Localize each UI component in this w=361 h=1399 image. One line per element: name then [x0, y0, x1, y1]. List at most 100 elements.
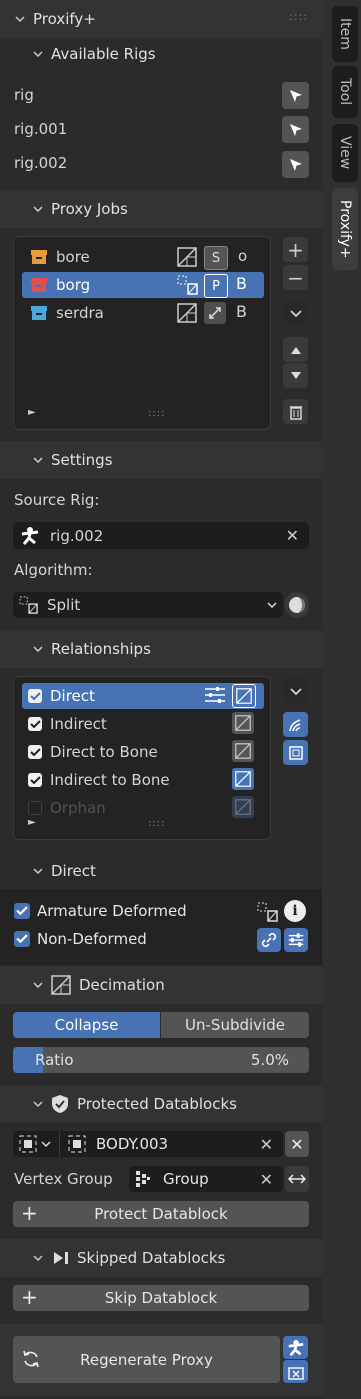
grip-icon[interactable]: :::: — [289, 10, 308, 23]
add-job-button[interactable]: + — [283, 237, 308, 262]
checkbox[interactable] — [28, 689, 42, 703]
skip-datablock-button[interactable]: + Skip Datablock — [13, 1285, 309, 1311]
select-rig-button[interactable] — [282, 82, 309, 109]
expand-icon[interactable]: ► — [28, 817, 36, 828]
delete-job-button[interactable] — [283, 399, 308, 424]
protected-header[interactable]: Protected Datablocks — [0, 1085, 322, 1123]
vertex-group-label: Vertex Group — [14, 1170, 113, 1188]
checkbox[interactable] — [14, 903, 30, 919]
settings-header[interactable]: Settings — [0, 441, 322, 479]
select-rig-button[interactable] — [282, 151, 309, 178]
remove-datablock-button[interactable]: ✕ — [285, 1131, 309, 1157]
clear-icon[interactable]: ✕ — [286, 526, 299, 545]
object-icon — [19, 1135, 37, 1153]
decimation-header[interactable]: Decimation — [0, 966, 322, 1004]
armature-deformed-checkbox[interactable]: Armature Deformed — [14, 902, 187, 920]
box-icon — [31, 278, 47, 292]
skipped-header[interactable]: Skipped Datablocks — [0, 1239, 322, 1277]
non-deformed-checkbox[interactable]: Non-Deformed — [14, 930, 147, 948]
list-item[interactable]: Indirect — [22, 711, 264, 737]
job-flag[interactable]: B — [236, 302, 247, 321]
decimate-toggle[interactable] — [232, 796, 254, 818]
list-item[interactable]: Orphan — [22, 795, 264, 821]
checkbox[interactable] — [28, 801, 42, 815]
vertex-group-field[interactable]: Group ✕ — [129, 1166, 283, 1192]
split-icon[interactable] — [257, 902, 279, 922]
clear-icon[interactable]: ✕ — [260, 1170, 273, 1189]
mode-collapse-button[interactable]: Collapse — [13, 1012, 160, 1038]
relationships-list[interactable]: Direct Indirect Direct to Bone Indirect … — [13, 676, 271, 840]
checkbox[interactable] — [28, 745, 42, 759]
clear-icon[interactable]: ✕ — [260, 1135, 273, 1154]
settings-sliders-icon[interactable] — [204, 686, 226, 704]
algorithm-preset-button[interactable] — [285, 592, 309, 618]
protect-datablock-button[interactable]: + Protect Datablock — [13, 1201, 309, 1227]
job-badge[interactable]: S — [204, 246, 228, 270]
checkbox[interactable] — [14, 931, 30, 947]
mode-unsubdivide-button[interactable]: Un-Subdivide — [161, 1012, 309, 1038]
split-icon[interactable] — [177, 275, 199, 295]
link-toggle-button[interactable] — [257, 928, 281, 952]
relationships-header[interactable]: Relationships — [0, 630, 322, 668]
chevron-down-icon — [33, 868, 43, 875]
source-rig-field[interactable]: rig.002 ✕ — [13, 522, 309, 549]
chevron-down-icon — [33, 1101, 43, 1108]
checkbox[interactable] — [28, 773, 42, 787]
swap-icon[interactable] — [204, 302, 226, 324]
wave-toggle-button[interactable] — [283, 712, 308, 737]
list-item-selected[interactable]: Direct — [22, 683, 264, 709]
ratio-label: Ratio — [35, 1051, 74, 1069]
box-icon — [31, 250, 47, 264]
datablock-field[interactable]: BODY.003 ✕ — [13, 1131, 283, 1157]
frame-toggle-button[interactable] — [283, 740, 308, 765]
decimate-icon[interactable] — [177, 247, 197, 267]
skipped-title: Skipped Datablocks — [77, 1249, 226, 1267]
chevron-down-icon — [289, 687, 302, 695]
job-flag[interactable]: B — [236, 274, 247, 293]
list-item[interactable]: serdra — [22, 300, 264, 326]
relationship-name: Direct to Bone — [50, 743, 158, 761]
panel-header[interactable]: Proxify+ :::: — [0, 0, 322, 38]
relationships-menu-button[interactable] — [283, 678, 308, 703]
proxy-jobs-header[interactable]: Proxy Jobs — [0, 190, 322, 228]
select-rig-button[interactable] — [282, 116, 309, 143]
remove-job-button[interactable]: − — [283, 265, 308, 290]
regenerate-proxy-button[interactable]: Regenerate Proxy — [13, 1336, 280, 1383]
cursor-icon — [289, 123, 302, 136]
tab-tool[interactable]: Tool — [332, 66, 358, 118]
direct-subheader[interactable]: Direct — [0, 852, 322, 890]
available-rigs-header[interactable]: Available Rigs — [0, 35, 322, 73]
job-menu-button[interactable] — [283, 300, 308, 325]
datablock-value: BODY.003 — [96, 1135, 169, 1153]
tab-item[interactable]: Item — [332, 6, 358, 62]
list-item[interactable]: Direct to Bone — [22, 739, 264, 765]
decimate-icon[interactable] — [177, 303, 197, 323]
decimate-toggle[interactable] — [232, 768, 254, 790]
algorithm-dropdown[interactable]: Split — [13, 592, 283, 618]
decimate-toggle[interactable] — [232, 740, 254, 762]
info-icon[interactable]: i — [284, 900, 306, 922]
proxy-jobs-list[interactable]: bore borg serdra S o P B B ► :::: — [13, 236, 271, 430]
checkbox[interactable] — [28, 717, 42, 731]
list-item[interactable]: Indirect to Bone — [22, 767, 264, 793]
expand-icon[interactable]: ► — [28, 407, 36, 418]
armature-toggle-button[interactable] — [283, 1336, 308, 1359]
move-up-button[interactable] — [283, 337, 308, 362]
tab-view[interactable]: View — [332, 124, 358, 182]
job-badge[interactable]: P — [204, 274, 228, 298]
resize-grip[interactable]: :::: — [148, 408, 165, 419]
job-flag[interactable]: o — [238, 247, 247, 265]
sliders-toggle-button[interactable] — [284, 928, 308, 952]
box-x-icon — [287, 1366, 304, 1380]
decimate-toggle[interactable] — [232, 712, 254, 734]
armature-icon — [21, 526, 39, 545]
ratio-slider[interactable]: Ratio 5.0% — [13, 1047, 309, 1073]
chevron-down-icon — [15, 16, 25, 23]
resize-grip[interactable]: :::: — [148, 818, 165, 829]
vertex-group-value: Group — [163, 1170, 209, 1188]
clear-proxy-button[interactable] — [283, 1360, 308, 1383]
decimate-toggle[interactable] — [232, 684, 256, 708]
tab-proxify[interactable]: Proxify+ — [332, 188, 358, 270]
swap-vertex-group-button[interactable] — [285, 1166, 309, 1192]
move-down-button[interactable] — [283, 363, 308, 388]
